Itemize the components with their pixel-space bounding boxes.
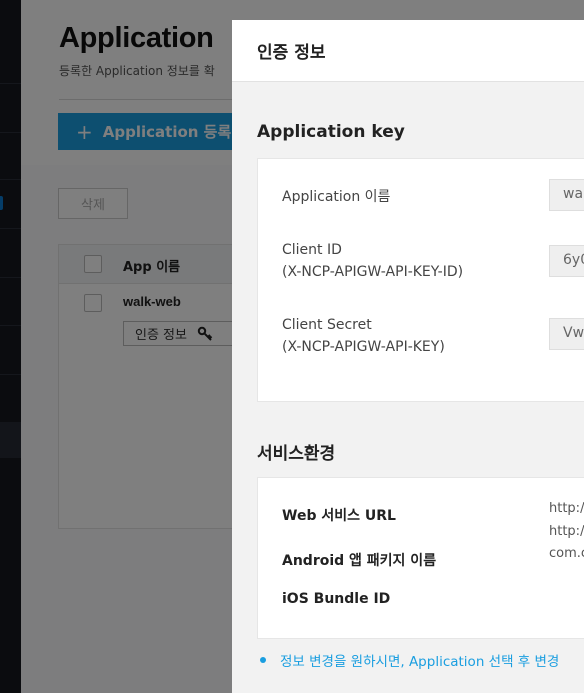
ios-bundle-id-label: iOS Bundle ID <box>282 591 391 607</box>
credential-info-modal: 인증 정보 Application key Application 이름 wal… <box>232 20 584 693</box>
android-package-label: Android 앱 패키지 이름 <box>282 553 437 569</box>
bullet-icon <box>260 657 266 663</box>
android-package-value: com.c <box>549 546 584 561</box>
client-id-label: Client ID <box>282 242 342 258</box>
service-environment-heading: 서비스환경 <box>257 444 336 464</box>
change-info-note-text: 정보 변경을 원하시면, Application 선택 후 변경 <box>280 654 560 670</box>
client-secret-value: Vw <box>549 318 584 350</box>
client-id-value: 6y0 <box>549 245 584 277</box>
client-secret-label: Client Secret <box>282 317 372 333</box>
application-key-card: Application 이름 wal Client ID (X-NCP-APIG… <box>257 158 584 402</box>
application-name-value: wal <box>549 179 584 211</box>
client-secret-sublabel: (X-NCP-APIGW-API-KEY) <box>282 339 445 355</box>
web-service-url-label: Web 서비스 URL <box>282 508 396 524</box>
service-environment-card: Web 서비스 URL Android 앱 패키지 이름 iOS Bundle … <box>257 477 584 639</box>
application-name-label: Application 이름 <box>282 189 391 205</box>
web-service-url-value: http:/ <box>549 524 584 539</box>
application-key-heading: Application key <box>257 122 405 142</box>
modal-title: 인증 정보 <box>257 43 326 63</box>
client-id-sublabel: (X-NCP-APIGW-API-KEY-ID) <box>282 264 464 280</box>
web-service-url-value: http:/ <box>549 501 584 516</box>
modal-header: 인증 정보 <box>232 20 584 82</box>
change-info-note: 정보 변경을 원하시면, Application 선택 후 변경 <box>260 650 559 670</box>
